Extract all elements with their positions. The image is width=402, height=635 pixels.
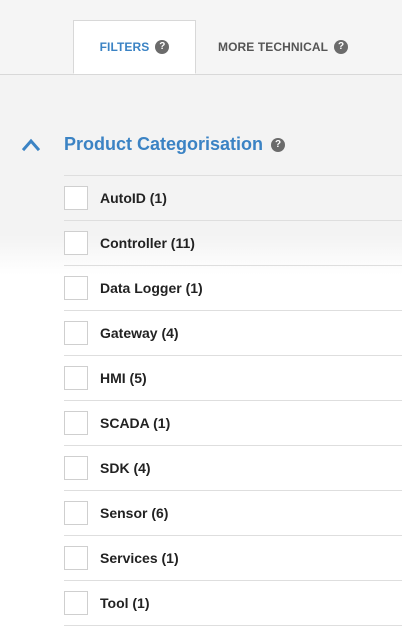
tab-more-technical[interactable]: MORE TECHNICAL ? xyxy=(218,20,402,74)
section-title: Product Categorisation ? xyxy=(64,134,286,155)
chevron-up-icon[interactable] xyxy=(22,136,40,154)
list-item-sdk[interactable]: SDK (4) xyxy=(64,446,402,491)
tab-filters-label: FILTERS xyxy=(99,40,150,54)
checkbox[interactable] xyxy=(64,321,88,345)
checkbox[interactable] xyxy=(64,591,88,615)
list-item-label: AutoID (1) xyxy=(100,190,167,206)
list-item-data-logger[interactable]: Data Logger (1) xyxy=(64,266,402,311)
checkbox[interactable] xyxy=(64,366,88,390)
list-item-controller[interactable]: Controller (11) xyxy=(64,221,402,266)
help-icon[interactable]: ? xyxy=(271,137,286,152)
list-item-label: HMI (5) xyxy=(100,370,147,386)
checkbox[interactable] xyxy=(64,501,88,525)
checkbox[interactable] xyxy=(64,456,88,480)
tab-filters[interactable]: FILTERS ? xyxy=(73,20,196,74)
tab-bar: FILTERS ? MORE TECHNICAL ? xyxy=(0,0,402,75)
section-header-product-categorisation[interactable]: Product Categorisation ? xyxy=(0,125,402,165)
list-item-label: SDK (4) xyxy=(100,460,151,476)
list-item-scada[interactable]: SCADA (1) xyxy=(64,401,402,446)
list-item-label: Tool (1) xyxy=(100,595,150,611)
category-list: AutoID (1) Controller (11) Data Logger (… xyxy=(64,175,402,626)
list-item-tool[interactable]: Tool (1) xyxy=(64,581,402,626)
checkbox[interactable] xyxy=(64,276,88,300)
list-item-label: Data Logger (1) xyxy=(100,280,203,296)
checkbox[interactable] xyxy=(64,231,88,255)
filter-panel: FILTERS ? MORE TECHNICAL ? Product Categ… xyxy=(0,0,402,635)
checkbox[interactable] xyxy=(64,186,88,210)
help-icon[interactable]: ? xyxy=(334,40,349,54)
section-title-text: Product Categorisation xyxy=(64,134,264,154)
list-item-autoid[interactable]: AutoID (1) xyxy=(64,176,402,221)
filters-content: Product Categorisation ? AutoID (1) Cont… xyxy=(0,75,402,635)
list-item-hmi[interactable]: HMI (5) xyxy=(64,356,402,401)
list-item-label: Sensor (6) xyxy=(100,505,169,521)
list-item-label: SCADA (1) xyxy=(100,415,171,431)
help-icon[interactable]: ? xyxy=(155,40,170,54)
list-item-gateway[interactable]: Gateway (4) xyxy=(64,311,402,356)
list-item-label: Services (1) xyxy=(100,550,179,566)
checkbox[interactable] xyxy=(64,546,88,570)
list-item-label: Gateway (4) xyxy=(100,325,179,341)
list-item-label: Controller (11) xyxy=(100,235,195,251)
list-item-services[interactable]: Services (1) xyxy=(64,536,402,581)
checkbox[interactable] xyxy=(64,411,88,435)
list-item-sensor[interactable]: Sensor (6) xyxy=(64,491,402,536)
tab-more-technical-label: MORE TECHNICAL xyxy=(218,40,329,54)
